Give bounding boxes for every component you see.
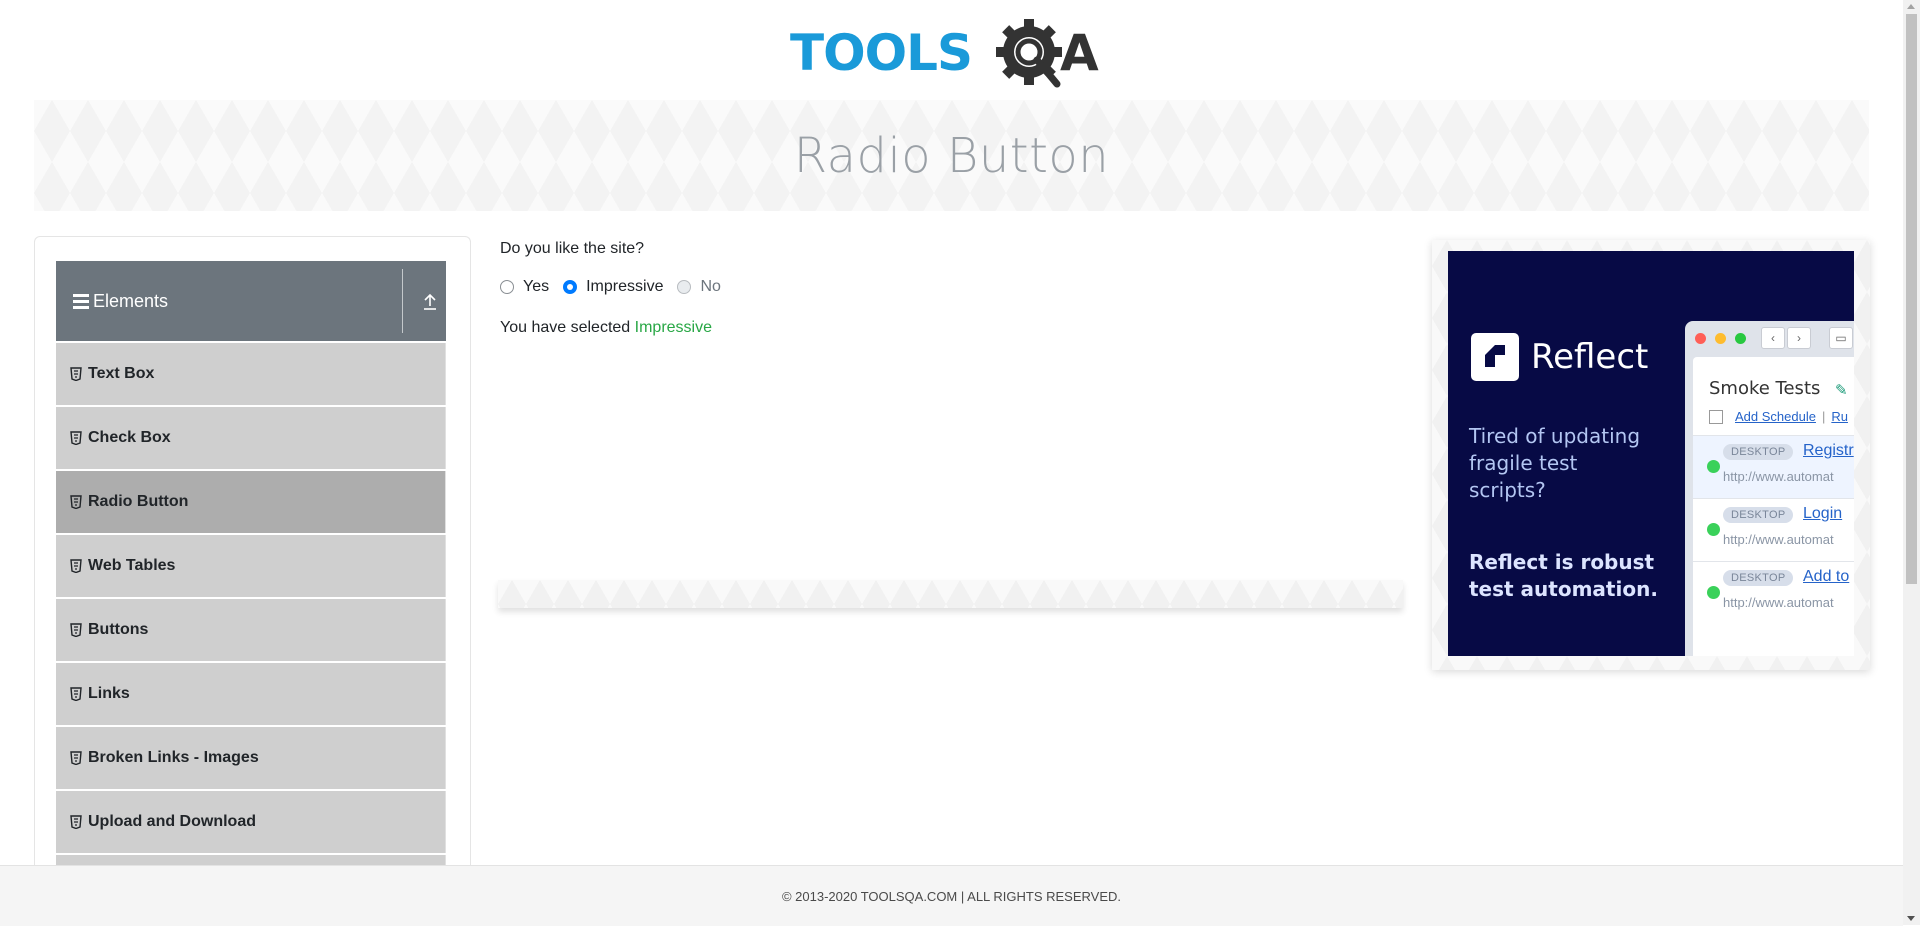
scroll-up-arrow-icon[interactable] <box>1907 4 1915 9</box>
scroll-down-arrow-icon[interactable] <box>1907 916 1915 921</box>
mock-schedule-row: Add Schedule | Ru <box>1709 409 1848 424</box>
sidebar-item-links[interactable]: Links <box>56 663 446 725</box>
radio-no <box>677 280 692 294</box>
html5-icon <box>70 367 82 381</box>
mock-add-schedule-link: Add Schedule <box>1735 409 1816 424</box>
mock-badge: DESKTOP <box>1723 507 1794 523</box>
hamburger-icon <box>73 293 89 309</box>
result-prefix: You have selected <box>500 319 631 336</box>
sidebar-item-broken-links-images[interactable]: Broken Links - Images <box>56 727 446 789</box>
page-scrollbar[interactable] <box>1903 0 1920 925</box>
toolsqa-logo-graphic: TOOLS A <box>790 19 1099 88</box>
calendar-icon <box>1709 409 1723 424</box>
sidebar-panel: Elements Text Box Check Box Radio Button… <box>34 236 471 917</box>
sidebar-toggle-icon: ▭ <box>1829 327 1853 349</box>
html5-icon <box>70 751 82 765</box>
sidebar-item-label: Broken Links - Images <box>88 749 259 766</box>
page-banner: Radio Button <box>34 100 1869 211</box>
sidebar-item-label: Check Box <box>88 429 171 446</box>
radio-label-yes[interactable]: Yes <box>523 278 549 296</box>
question-text: Do you like the site? <box>500 240 645 257</box>
sidebar-item-radio-button[interactable]: Radio Button <box>56 471 446 533</box>
mock-titlebar: ‹ › ▭ <box>1685 321 1854 355</box>
mock-row-link: Registr <box>1803 442 1854 459</box>
group-title: Elements <box>93 290 169 311</box>
sidebar-item-label: Upload and Download <box>88 813 256 830</box>
elements-menu: Text Box Check Box Radio Button Web Tabl… <box>56 343 446 919</box>
scrollbar-thumb[interactable] <box>1906 14 1917 584</box>
radio-group: Yes Impressive No <box>500 278 735 296</box>
mock-body: Smoke Tests ✎ Add Schedule | Ru DESKTOP … <box>1693 357 1854 656</box>
ad-brand: Reflect <box>1531 337 1649 377</box>
html5-icon <box>70 559 82 573</box>
sidebar-item-label: Radio Button <box>88 493 189 510</box>
mock-test-row: DESKTOP Registr http://www.automat <box>1693 435 1854 498</box>
mock-row-url: http://www.automat <box>1723 595 1834 610</box>
radio-option-impressive[interactable]: Impressive <box>563 278 663 296</box>
radio-label-no: No <box>700 278 721 295</box>
mock-row-url: http://www.automat <box>1723 532 1834 547</box>
sidebar-item-web-tables[interactable]: Web Tables <box>56 535 446 597</box>
status-dot-icon <box>1707 460 1720 473</box>
toolsqa-logo[interactable]: TOOLS A <box>790 14 1120 90</box>
minimize-dot-icon <box>1715 332 1726 344</box>
mock-app-window: ‹ › ▭ Smoke Tests ✎ Add Schedule | Ru DE… <box>1685 321 1854 656</box>
selection-result: You have selected Impressive <box>500 319 712 337</box>
sidebar-item-label: Links <box>88 685 130 702</box>
html5-icon <box>70 687 82 701</box>
sidebar-item-upload-and-download[interactable]: Upload and Download <box>56 791 446 853</box>
page-footer: © 2013-2020 TOOLSQA.COM | ALL RIGHTS RES… <box>0 865 1903 926</box>
html5-icon <box>70 815 82 829</box>
page-title: Radio Button <box>793 127 1110 184</box>
radio-yes[interactable] <box>500 280 514 294</box>
header-divider <box>402 269 403 333</box>
mock-row-url: http://www.automat <box>1723 469 1834 484</box>
mock-separator: | <box>1821 409 1826 424</box>
radio-option-yes[interactable]: Yes <box>500 278 549 296</box>
copyright-text: © 2013-2020 TOOLSQA.COM | ALL RIGHTS RES… <box>781 888 1122 904</box>
ad-frame: Reflect Tired of updating fragile test s… <box>1432 240 1870 670</box>
radio-option-no: No <box>677 278 721 296</box>
ad-logo: Reflect <box>1471 333 1648 381</box>
mock-test-row: DESKTOP Add to http://www.automat <box>1693 561 1854 624</box>
mock-test-row: DESKTOP Login http://www.automat <box>1693 498 1854 561</box>
ad-tagline-1: Tired of updating fragile test scripts? <box>1469 424 1641 502</box>
mock-row-link: Login <box>1803 505 1843 522</box>
reflect-logo-icon <box>1471 333 1519 381</box>
html5-icon <box>70 495 82 509</box>
ad-tagline-2: Reflect is robust test automation. <box>1469 550 1658 601</box>
status-dot-icon <box>1707 523 1720 536</box>
mock-badge: DESKTOP <box>1723 444 1794 460</box>
sidebar-item-text-box[interactable]: Text Box <box>56 343 446 405</box>
html5-icon <box>70 623 82 637</box>
result-value: Impressive <box>634 319 712 336</box>
status-dot-icon <box>1707 586 1720 599</box>
chevron-right-icon: › <box>1787 327 1811 349</box>
mock-badge: DESKTOP <box>1723 570 1794 586</box>
ad-placeholder-strip <box>498 580 1403 608</box>
radio-impressive[interactable] <box>563 280 578 294</box>
maximize-dot-icon <box>1735 332 1746 344</box>
collapse-arrow-icon[interactable] <box>422 293 438 311</box>
chevron-left-icon: ‹ <box>1761 327 1785 349</box>
close-dot-icon <box>1695 332 1706 344</box>
mock-row-link: Add to <box>1803 568 1850 585</box>
sidebar-item-label: Text Box <box>88 365 155 382</box>
sidebar-item-label: Web Tables <box>88 557 176 574</box>
sidebar-item-label: Buttons <box>88 621 149 638</box>
svg-text:A: A <box>1060 24 1099 82</box>
elements-group-header[interactable]: Elements <box>56 261 446 341</box>
mock-run-link: Ru <box>1831 409 1848 424</box>
mock-title: Smoke Tests <box>1709 378 1821 399</box>
reflect-ad[interactable]: Reflect Tired of updating fragile test s… <box>1448 251 1854 656</box>
sidebar-item-check-box[interactable]: Check Box <box>56 407 446 469</box>
svg-text:TOOLS: TOOLS <box>790 24 972 82</box>
radio-label-impressive[interactable]: Impressive <box>586 278 663 296</box>
html5-icon <box>70 431 82 445</box>
sidebar-item-buttons[interactable]: Buttons <box>56 599 446 661</box>
pencil-icon: ✎ <box>1835 382 1848 399</box>
